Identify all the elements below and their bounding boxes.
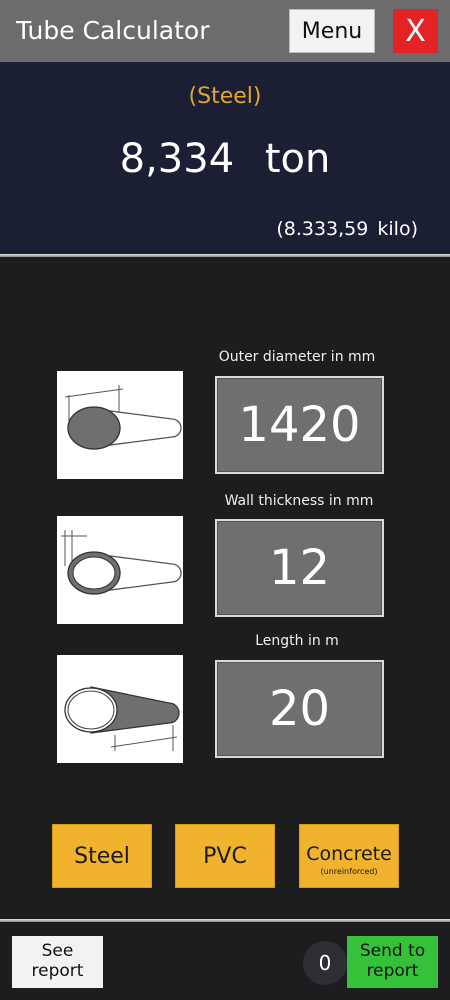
- length-label: Length in m: [255, 633, 339, 649]
- selected-material: (Steel): [188, 84, 262, 109]
- pvc-button[interactable]: PVC: [175, 824, 275, 888]
- tube-outer-diameter-icon: [57, 371, 183, 479]
- top-divider: [0, 254, 450, 257]
- tube-wall-thickness-icon: [57, 516, 183, 624]
- send-report-line2: report: [366, 961, 419, 981]
- wall-thickness-label: Wall thickness in mm: [224, 493, 374, 509]
- pvc-button-label: PVC: [203, 843, 247, 869]
- report-count-badge: 0: [303, 941, 347, 985]
- send-report-line1: Send to: [359, 941, 426, 961]
- wall-thickness-input[interactable]: 12: [215, 519, 384, 617]
- bottom-divider: [0, 919, 450, 922]
- app-title: Tube Calculator: [16, 16, 210, 45]
- steel-button-label: Steel: [74, 843, 130, 869]
- tube-length-icon: [57, 655, 183, 763]
- menu-button[interactable]: Menu: [289, 9, 375, 53]
- send-to-report-button[interactable]: Send to report: [347, 936, 438, 988]
- weight-tons: 8,334 ton: [119, 136, 331, 182]
- concrete-button-label: Concrete: [306, 842, 392, 865]
- result-panel: (Steel) 8,334 ton (8.333,59 kilo): [0, 62, 450, 255]
- weight-kilos: (8.333,59 kilo): [276, 218, 418, 240]
- outer-diameter-input[interactable]: 1420: [215, 376, 384, 474]
- title-bar: Tube Calculator Menu X: [0, 0, 450, 62]
- length-input[interactable]: 20: [215, 660, 384, 758]
- outer-diameter-label: Outer diameter in mm: [218, 349, 376, 365]
- see-report-line2: report: [31, 961, 84, 981]
- concrete-button[interactable]: Concrete (unreinforced): [299, 824, 399, 888]
- see-report-button[interactable]: See report: [12, 936, 103, 988]
- see-report-line1: See: [41, 941, 74, 961]
- steel-button[interactable]: Steel: [52, 824, 152, 888]
- close-button[interactable]: X: [393, 9, 438, 53]
- concrete-button-sublabel: (unreinforced): [320, 866, 378, 876]
